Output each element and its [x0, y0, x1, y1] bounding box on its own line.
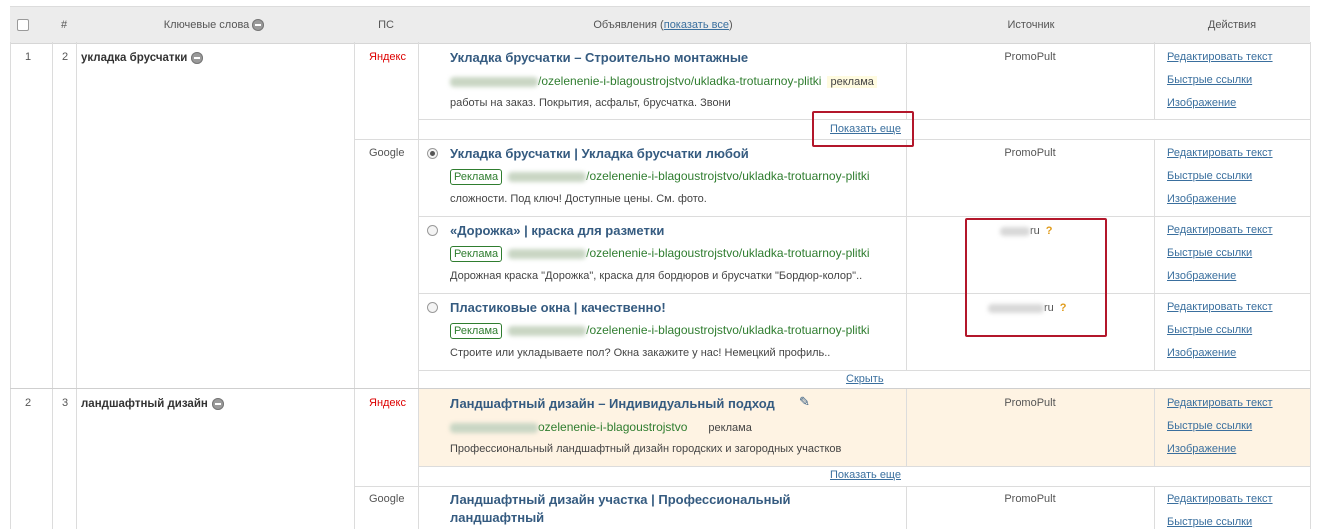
annotation-box — [965, 218, 1107, 337]
header-ads-suffix: ) — [728, 19, 733, 31]
ps-yandex: Яндекс — [369, 51, 406, 63]
collapse-all-icon[interactable] — [252, 19, 265, 32]
row-number: 1 — [25, 51, 32, 63]
ad-url-path: /ozelenenie-i-blagoustrojstvo/ukladka-tr… — [538, 74, 822, 88]
image-link[interactable]: Изображение — [1167, 270, 1236, 282]
ad-title[interactable]: Ландшафтный дизайн участка | Профессиона… — [450, 492, 791, 507]
image-link[interactable]: Изображение — [1167, 97, 1236, 109]
quick-links-link[interactable]: Быстрые ссылки — [1167, 74, 1252, 86]
ad-title[interactable]: Укладка брусчатки | Укладка брусчатки лю… — [450, 146, 749, 161]
ad-url-path: /ozelenenie-i-blagoustrojstvo/ukladka-tr… — [586, 246, 870, 261]
ad-description: Дорожная краска "Дорожка", краска для бо… — [450, 270, 863, 282]
ad-tag: реклама — [708, 422, 752, 434]
ad-url[interactable]: Реклама/ozelenenie-i-blagoustrojstvo/ukl… — [450, 246, 870, 262]
keyword-cell: укладка брусчатки — [81, 52, 204, 65]
ad-title[interactable]: Пластиковые окна | качественно! — [450, 300, 666, 315]
ps-yandex: Яндекс — [369, 397, 406, 409]
ad-url-path: ozelenenie-i-blagoustrojstvo — [538, 420, 688, 434]
keyword-id: 3 — [62, 397, 69, 409]
blurred-domain — [508, 326, 587, 336]
quick-links-link[interactable]: Быстрые ссылки — [1167, 170, 1252, 182]
remove-keyword-icon[interactable] — [211, 398, 224, 410]
ad-url[interactable]: ozelenenie-i-blagoustrojstvo реклама — [450, 420, 755, 434]
table-header: # Ключевые слова ПС Объявления (показать… — [10, 6, 1310, 44]
pencil-icon[interactable]: ✎ — [799, 394, 810, 410]
ad-source: PromoPult — [1004, 493, 1056, 505]
ad-badge: Реклама — [450, 169, 503, 185]
show-all-link[interactable]: показать все — [664, 19, 729, 31]
image-link[interactable]: Изображение — [1167, 347, 1236, 359]
ad-source: PromoPult — [1004, 397, 1056, 409]
header-ads: Объявления (показать все) — [418, 7, 908, 43]
header-actions: Действия — [1207, 19, 1257, 31]
ad-tag: реклама — [827, 76, 877, 88]
quick-links-link[interactable]: Быстрые ссылки — [1167, 324, 1252, 336]
ad-description: сложности. Под ключ! Доступные цены. См.… — [450, 193, 707, 205]
ps-google: Google — [369, 493, 405, 505]
image-link[interactable]: Изображение — [1167, 193, 1236, 205]
edit-text-link[interactable]: Редактировать текст — [1167, 224, 1273, 236]
show-more-link[interactable]: Показать еще — [830, 469, 901, 481]
select-all-checkbox[interactable] — [17, 19, 29, 32]
ad-url[interactable]: /ozelenenie-i-blagoustrojstvo/ukladka-tr… — [450, 74, 877, 88]
ad-radio[interactable] — [427, 225, 438, 236]
header-num: # — [60, 19, 68, 31]
ad-description: работы на заказ. Покрытия, асфальт, брус… — [450, 97, 731, 109]
header-source: Источник — [1007, 19, 1055, 31]
header-keywords: Ключевые слова — [78, 7, 350, 43]
select-all-cell — [10, 7, 36, 43]
image-link[interactable]: Изображение — [1167, 443, 1236, 455]
blurred-domain — [450, 76, 538, 87]
blurred-domain — [508, 172, 587, 182]
keyword-text: укладка брусчатки — [81, 52, 188, 65]
ad-url-path: /ozelenenie-i-blagoustrojstvo/ukladka-tr… — [586, 169, 870, 184]
quick-links-link[interactable]: Быстрые ссылки — [1167, 247, 1252, 259]
header-keywords-label: Ключевые слова — [163, 19, 250, 31]
ad-url[interactable]: Реклама/ozelenenie-i-blagoustrojstvo/ukl… — [450, 323, 870, 339]
edit-text-link[interactable]: Редактировать текст — [1167, 397, 1273, 409]
ad-badge: Реклама — [450, 323, 503, 339]
ad-radio[interactable] — [427, 302, 438, 313]
edit-text-link[interactable]: Редактировать текст — [1167, 301, 1273, 313]
header-ads-label: Объявления ( — [593, 19, 664, 31]
ad-description: Строите или укладываете пол? Окна закажи… — [450, 347, 831, 359]
quick-links-link[interactable]: Быстрые ссылки — [1167, 420, 1252, 432]
hide-link[interactable]: Скрыть — [846, 373, 884, 385]
ps-google: Google — [369, 147, 405, 159]
ad-title-line2[interactable]: ландшафтный — [450, 510, 544, 525]
keyword-text: ландшафтный дизайн — [81, 398, 208, 411]
quick-links-link[interactable]: Быстрые ссылки — [1167, 516, 1252, 528]
ad-url[interactable]: Реклама/ozelenenie-i-blagoustrojstvo/ukl… — [450, 169, 870, 185]
blurred-domain — [450, 422, 538, 433]
ad-source: PromoPult — [1004, 147, 1056, 159]
annotation-box — [812, 111, 914, 147]
ad-title[interactable]: «Дорожка» | краска для разметки — [450, 223, 664, 238]
remove-keyword-icon[interactable] — [191, 52, 204, 64]
ad-source: PromoPult — [1004, 51, 1056, 63]
edit-text-link[interactable]: Редактировать текст — [1167, 51, 1273, 63]
yandex-label: Яндекс — [369, 397, 406, 409]
ad-radio[interactable] — [427, 148, 438, 159]
ad-title[interactable]: Ландшафтный дизайн – Индивидуальный подх… — [450, 396, 775, 411]
ad-url-path: /ozelenenie-i-blagoustrojstvo/ukladka-tr… — [586, 323, 870, 338]
keyword-id: 2 — [62, 51, 69, 63]
row-number: 2 — [25, 397, 32, 409]
keyword-cell: ландшафтный дизайн — [81, 398, 224, 410]
ad-badge: Реклама — [450, 246, 503, 262]
ad-description: Профессиональный ландшафтный дизайн горо… — [450, 443, 842, 455]
yandex-label: Яндекс — [369, 51, 406, 63]
blurred-domain — [508, 249, 587, 259]
edit-text-link[interactable]: Редактировать текст — [1167, 493, 1273, 505]
edit-text-link[interactable]: Редактировать текст — [1167, 147, 1273, 159]
ad-title[interactable]: Укладка брусчатки – Строительно монтажны… — [450, 50, 748, 65]
header-ps: ПС — [378, 19, 394, 31]
